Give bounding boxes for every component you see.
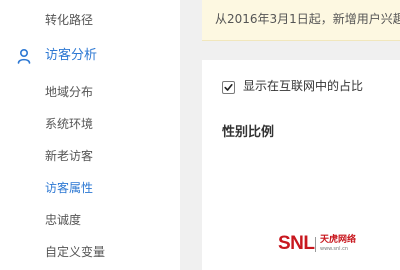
- watermark-brand: SNL: [278, 233, 315, 254]
- visitor-attributes-panel: 显示在互联网中的占比 性别比例 SNL 天虎网络 www.snl.cn: [202, 60, 400, 270]
- sidebar-item-system-env[interactable]: 系统环境: [45, 117, 93, 131]
- show-internet-share-checkbox[interactable]: [222, 81, 235, 94]
- sidebar-item-loyalty[interactable]: 忠诚度: [45, 213, 81, 227]
- gender-ratio-title: 性别比例: [222, 125, 275, 140]
- content-gutter: [180, 0, 202, 270]
- sidebar-item-region[interactable]: 地域分布: [45, 85, 93, 99]
- notice-banner: 从2016年3月1日起，新增用户兴趣: [202, 0, 400, 41]
- sidebar-section-label: 访客分析: [45, 48, 98, 63]
- sidebar-item-conversion-path[interactable]: 转化路径: [45, 13, 93, 27]
- sidebar-item-new-returning[interactable]: 新老访客: [45, 149, 93, 163]
- sidebar-item-visitor-attributes[interactable]: 访客属性: [45, 181, 93, 195]
- watermark-url: www.snl.cn: [320, 246, 349, 252]
- sidebar-item-custom-variables[interactable]: 自定义变量: [45, 245, 105, 259]
- checkmark-icon: [224, 84, 233, 91]
- sidebar-section-visitor-analysis[interactable]: 访客分析: [0, 44, 180, 68]
- watermark-divider: [315, 237, 316, 252]
- sidebar: 转化路径 访客分析 地域分布 系统环境 新老访客 访客属性 忠诚度 自定义变量: [0, 0, 180, 270]
- notice-text: 从2016年3月1日起，新增用户兴趣: [215, 12, 400, 26]
- show-internet-share-label[interactable]: 显示在互联网中的占比: [243, 79, 363, 93]
- user-icon: [16, 48, 32, 64]
- watermark-name: 天虎网络: [320, 235, 357, 245]
